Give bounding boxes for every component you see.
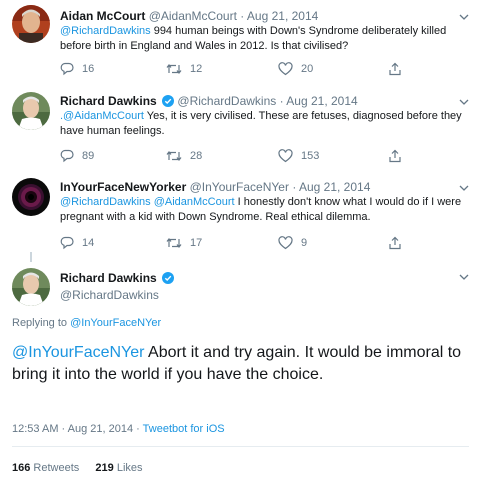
tweet-text: @RichardDawkins @AidanMcCourt I honestly… bbox=[60, 195, 478, 225]
author-name: Richard Dawkins bbox=[60, 271, 157, 285]
replying-to-link[interactable]: @InYourFaceNYer bbox=[70, 317, 161, 329]
likes-label: Likes bbox=[113, 462, 143, 474]
share-button[interactable] bbox=[388, 235, 410, 251]
avatar-dawkins[interactable] bbox=[12, 92, 50, 130]
author-name[interactable]: Richard Dawkins bbox=[60, 94, 157, 108]
tweet-actions: 89 28 153 bbox=[60, 148, 401, 164]
like-count: 20 bbox=[301, 63, 314, 75]
retweet-button[interactable]: 12 bbox=[166, 61, 202, 77]
separator: · bbox=[240, 9, 245, 23]
retweets-count: 166 bbox=[12, 462, 31, 474]
reply-count: 16 bbox=[82, 63, 95, 75]
tweet-date[interactable]: Aug 21, 2014 bbox=[299, 180, 370, 194]
tweet-date[interactable]: Aug 21, 2014 bbox=[247, 9, 318, 23]
like-icon bbox=[278, 149, 293, 163]
main-author-handle[interactable]: @RichardDawkins bbox=[60, 288, 159, 302]
retweet-count: 17 bbox=[190, 237, 203, 249]
retweet-count: 12 bbox=[190, 63, 203, 75]
likes-stat[interactable]: 219 Likes bbox=[95, 462, 142, 474]
verified-badge-icon bbox=[162, 272, 175, 284]
separator: · bbox=[133, 423, 143, 435]
like-icon bbox=[278, 236, 293, 250]
author-handle[interactable]: @RichardDawkins bbox=[177, 94, 276, 108]
main-author-name[interactable]: Richard Dawkins bbox=[60, 271, 175, 285]
tweet-dawkins-reply[interactable]: Richard Dawkins @RichardDawkins · Aug 21… bbox=[0, 88, 481, 174]
reply-icon bbox=[60, 149, 74, 163]
mention-link[interactable]: @RichardDawkins @AidanMcCourt bbox=[60, 196, 235, 208]
avatar-aidan[interactable] bbox=[12, 5, 50, 43]
retweet-button[interactable]: 17 bbox=[166, 235, 202, 251]
chevron-down-icon[interactable] bbox=[459, 272, 469, 282]
chevron-down-icon[interactable] bbox=[459, 183, 469, 193]
author-name[interactable]: InYourFaceNewYorker bbox=[60, 180, 186, 194]
separator: · bbox=[279, 94, 284, 108]
divider bbox=[12, 446, 469, 447]
retweet-icon bbox=[166, 238, 182, 248]
author-name[interactable]: Aidan McCourt bbox=[60, 9, 145, 23]
chevron-down-icon[interactable] bbox=[459, 12, 469, 22]
tweet-actions: 14 17 9 bbox=[60, 235, 401, 251]
retweets-stat[interactable]: 166 Retweets bbox=[12, 462, 79, 474]
author-handle[interactable]: @AidanMcCourt bbox=[149, 9, 237, 23]
reply-count: 89 bbox=[82, 150, 95, 162]
mention-link[interactable]: .@AidanMcCourt bbox=[60, 110, 144, 122]
retweets-label: Retweets bbox=[30, 462, 80, 474]
reply-count: 14 bbox=[82, 237, 95, 249]
author-handle[interactable]: @InYourFaceNYer bbox=[190, 180, 289, 194]
verified-badge-icon bbox=[162, 95, 175, 107]
like-count: 9 bbox=[301, 237, 308, 249]
tweet-text: .@AidanMcCourt Yes, it is very civilised… bbox=[60, 109, 478, 139]
tweet-stats: 166 Retweets 219 Likes bbox=[12, 461, 143, 475]
reply-button[interactable]: 16 bbox=[60, 61, 94, 77]
mention-link[interactable]: @InYourFaceNYer bbox=[12, 344, 144, 361]
likes-count: 219 bbox=[95, 462, 114, 474]
avatar-dawkins-main[interactable] bbox=[12, 268, 50, 306]
tweet-timestamp[interactable]: 12:53 AM · Aug 21, 2014 bbox=[12, 423, 133, 435]
retweet-button[interactable]: 28 bbox=[166, 148, 202, 164]
mention-link[interactable]: @RichardDawkins bbox=[60, 25, 151, 37]
like-button[interactable]: 153 bbox=[278, 148, 319, 164]
tweet-text: @RichardDawkins 994 human beings with Do… bbox=[60, 24, 478, 54]
share-icon bbox=[389, 62, 401, 76]
like-button[interactable]: 20 bbox=[278, 61, 313, 77]
main-tweet: Richard Dawkins @RichardDawkins Replying… bbox=[0, 252, 481, 481]
tweet-date[interactable]: Aug 21, 2014 bbox=[286, 94, 357, 108]
tweet-actions: 16 12 20 bbox=[60, 61, 401, 77]
reply-icon bbox=[60, 62, 74, 76]
reply-icon bbox=[60, 236, 74, 250]
retweet-icon bbox=[166, 151, 182, 161]
replying-prefix: Replying to bbox=[12, 317, 71, 329]
chevron-down-icon[interactable] bbox=[459, 97, 469, 107]
tweet-aidan[interactable]: Aidan McCourt @AidanMcCourt · Aug 21, 20… bbox=[0, 0, 481, 88]
tweet-inyourface[interactable]: InYourFaceNewYorker @InYourFaceNYer · Au… bbox=[0, 174, 481, 262]
share-button[interactable] bbox=[388, 148, 410, 164]
replying-to: Replying to @InYourFaceNYer bbox=[12, 316, 161, 330]
reply-button[interactable]: 14 bbox=[60, 235, 94, 251]
tweet-source-link[interactable]: Tweetbot for iOS bbox=[143, 423, 225, 435]
like-count: 153 bbox=[301, 150, 320, 162]
share-button[interactable] bbox=[388, 61, 410, 77]
tweet-header: Aidan McCourt @AidanMcCourt · Aug 21, 20… bbox=[60, 9, 318, 23]
share-icon bbox=[389, 149, 401, 163]
tweet-header: Richard Dawkins @RichardDawkins · Aug 21… bbox=[60, 94, 358, 108]
reply-button[interactable]: 89 bbox=[60, 148, 94, 164]
like-icon bbox=[278, 62, 293, 76]
like-button[interactable]: 9 bbox=[278, 235, 307, 251]
retweet-icon bbox=[166, 64, 182, 74]
thread-connector bbox=[30, 252, 32, 262]
tweet-meta: 12:53 AM · Aug 21, 2014 · Tweetbot for i… bbox=[12, 422, 225, 436]
share-icon bbox=[389, 236, 401, 250]
separator: · bbox=[292, 180, 297, 194]
avatar-inyourface[interactable] bbox=[12, 178, 50, 216]
tweet-header: InYourFaceNewYorker @InYourFaceNYer · Au… bbox=[60, 180, 370, 194]
retweet-count: 28 bbox=[190, 150, 203, 162]
main-tweet-text: @InYourFaceNYer Abort it and try again. … bbox=[12, 342, 472, 386]
